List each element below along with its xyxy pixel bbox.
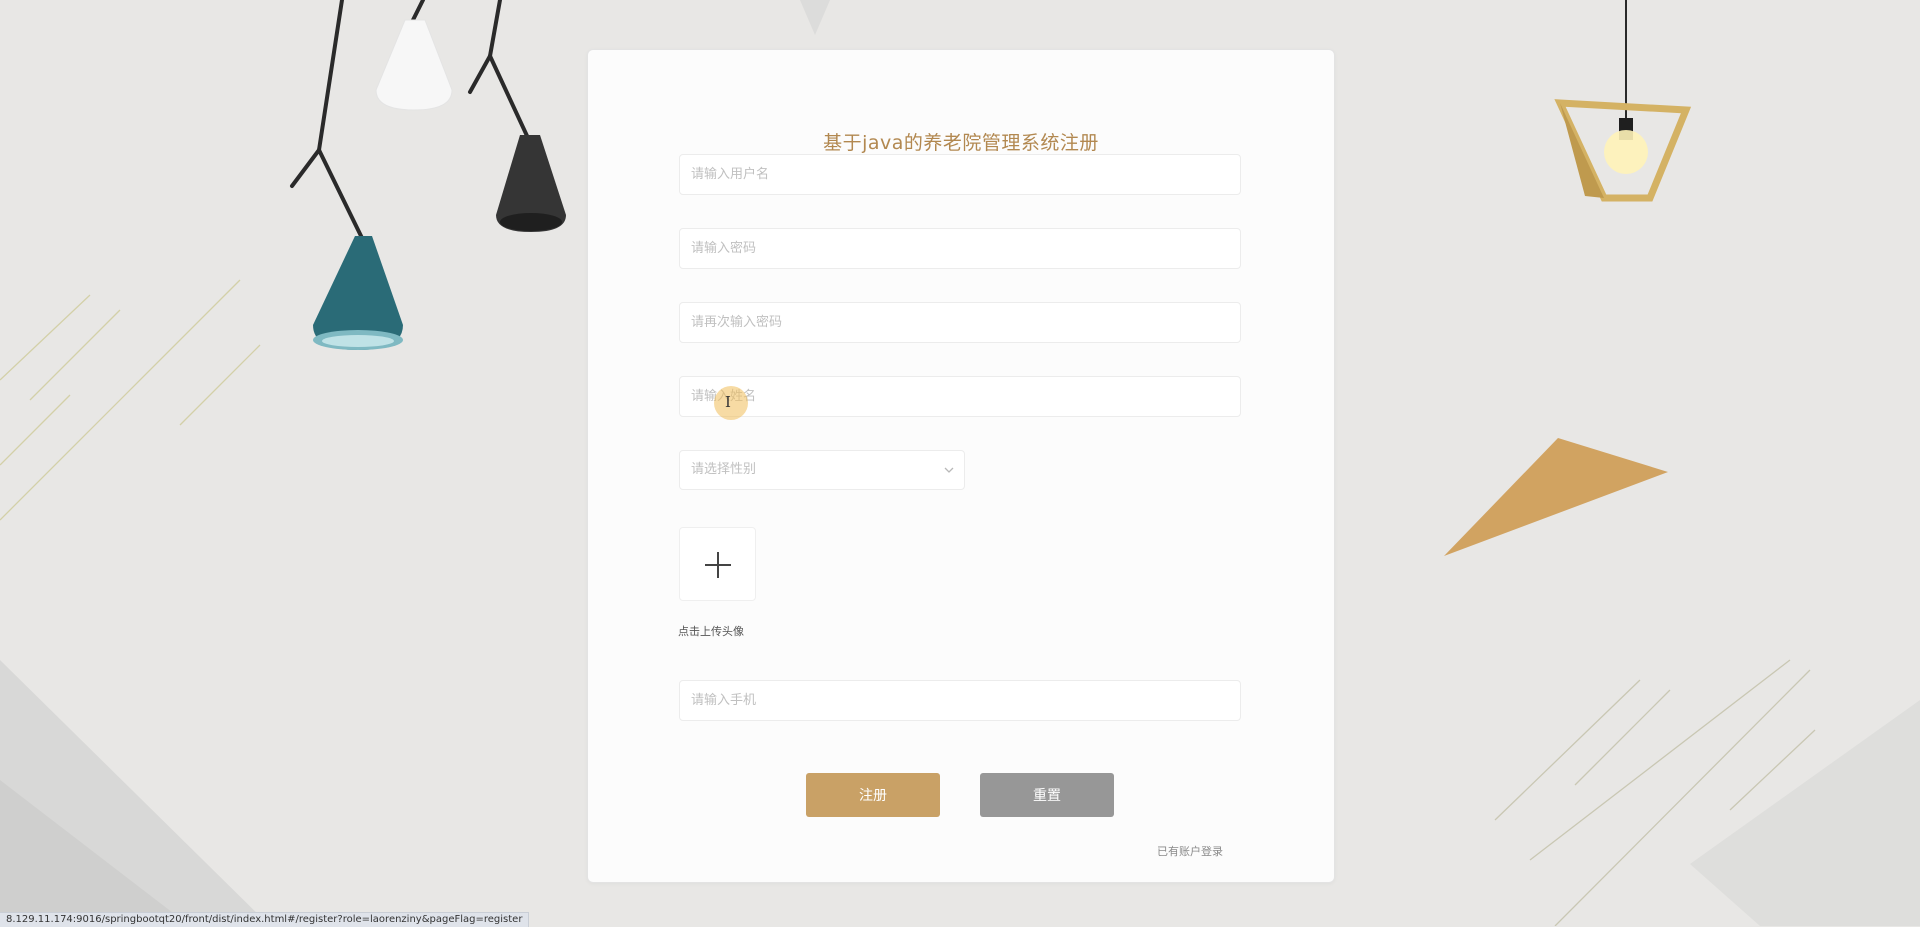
gender-select[interactable]: 请选择性别 [679, 450, 965, 490]
confirm-password-input[interactable] [679, 302, 1241, 343]
login-link[interactable]: 已有账户登录 [1157, 843, 1223, 859]
avatar-upload-button[interactable] [679, 527, 756, 601]
register-button[interactable]: 注册 [806, 773, 940, 817]
browser-status-url: 8.129.11.174:9016/springbootqt20/front/d… [0, 912, 530, 927]
phone-input[interactable] [679, 680, 1241, 721]
chevron-down-icon [944, 467, 954, 473]
gender-select-placeholder: 请选择性别 [691, 462, 757, 477]
avatar-upload-label: 点击上传头像 [678, 625, 744, 638]
bg-triangle-right [1690, 700, 1920, 926]
username-input[interactable] [679, 154, 1241, 195]
plus-icon [705, 552, 731, 578]
bg-gold-triangle [1444, 438, 1668, 556]
mouse-cursor-highlight [714, 386, 748, 420]
password-input[interactable] [679, 228, 1241, 269]
page-title: 基于java的养老院管理系统注册 [823, 132, 1099, 154]
reset-button[interactable]: 重置 [980, 773, 1114, 817]
name-input[interactable] [679, 376, 1241, 417]
text-cursor-icon: I [725, 393, 731, 411]
